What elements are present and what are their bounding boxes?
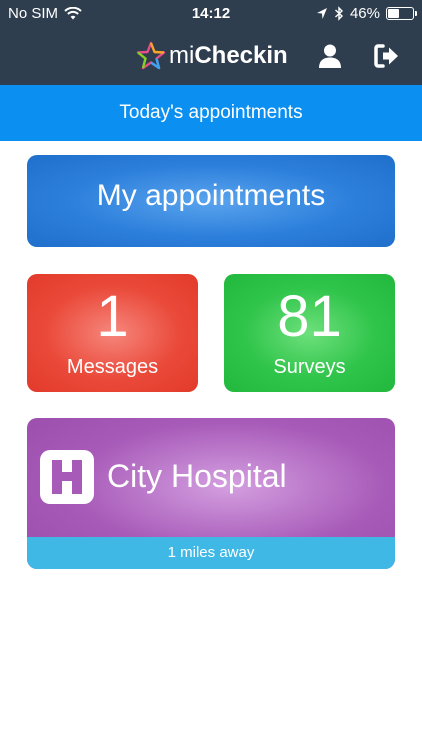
subheader-title: Today's appointments	[119, 102, 303, 123]
battery-icon	[386, 7, 417, 20]
messages-count: 1	[96, 284, 129, 349]
hospital-h-icon	[40, 450, 94, 504]
app-logo: miCheckin	[136, 40, 288, 72]
subheader-bar: Today's appointments	[0, 85, 422, 141]
hospital-card[interactable]: City Hospital 1 miles away	[27, 418, 395, 569]
surveys-label: Surveys	[273, 356, 346, 378]
surveys-tile[interactable]: 81 Surveys	[224, 274, 395, 392]
logout-icon[interactable]	[373, 42, 401, 70]
hospital-distance: 1 miles away	[27, 537, 395, 569]
brand-prefix: mi	[169, 42, 195, 69]
my-appointments-label: My appointments	[96, 179, 326, 212]
battery-percent: 46%	[349, 5, 380, 22]
app-header: No SIM 14:12 46% miCheckin	[0, 0, 422, 85]
brand-name: miCheckin	[169, 42, 288, 70]
hospital-name: City Hospital	[107, 458, 287, 494]
status-right-group: 46%	[316, 5, 417, 22]
messages-tile[interactable]: 1 Messages	[27, 274, 198, 392]
user-icon[interactable]	[316, 42, 344, 70]
bluetooth-icon	[334, 6, 343, 21]
surveys-count: 81	[277, 284, 342, 349]
star-logo-icon	[136, 41, 166, 70]
messages-label: Messages	[66, 356, 159, 378]
location-arrow-icon	[316, 8, 327, 19]
battery-level-fill	[388, 9, 399, 18]
status-bar: No SIM 14:12 46%	[0, 0, 422, 28]
my-appointments-tile[interactable]: My appointments	[27, 155, 395, 247]
brand-bold: Checkin	[194, 42, 288, 69]
